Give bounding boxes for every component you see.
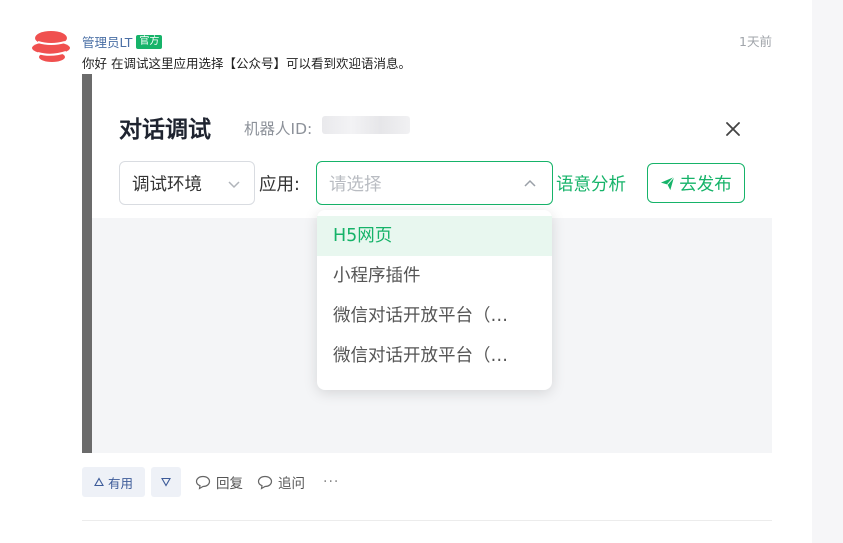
chevron-down-icon [228,181,240,189]
post-time: 1天前 [739,34,772,49]
app-select[interactable]: 请选择 [316,161,553,205]
close-icon[interactable] [722,118,744,140]
followup-button[interactable]: 追问 [257,472,305,492]
app-select-placeholder: 请选择 [329,174,382,195]
publish-label: 去发布 [679,174,732,195]
post-message: 你好 在调试这里应用选择【公众号】可以看到欢迎语消息。 [82,56,411,71]
more-button[interactable]: ··· [323,474,339,490]
screenshot-left-bar [82,74,92,453]
dropdown-option-miniprogram[interactable]: 小程序插件 [317,256,552,296]
reply-button[interactable]: 回复 [195,472,243,492]
dialog-title: 对话调试 [119,117,211,143]
useful-button[interactable]: 有用 [82,467,145,497]
followup-icon [257,475,273,490]
dropdown-option-h5[interactable]: H5网页 [317,216,552,256]
reply-label: 回复 [216,476,243,492]
intent-analysis-link[interactable]: 语意分析 [556,171,626,196]
post-divider [82,520,772,521]
author-name[interactable]: 管理员LT [82,32,132,51]
publish-button[interactable]: 去发布 [647,163,745,203]
useful-label: 有用 [107,475,133,491]
post-actions: 有用 回复 追问 ··· [82,467,339,497]
reply-icon [195,475,211,490]
app-label: 应用: [259,175,300,195]
robot-id-redacted [322,116,410,134]
followup-label: 追问 [278,476,305,492]
post-author[interactable]: 管理员LT 官方 [82,32,163,51]
embedded-screenshot[interactable]: 对话调试 机器人ID: 调试环境 应用: 请选择 语意分析 去发布 H5网页 小… [82,74,772,453]
app-dropdown-menu: H5网页 小程序插件 微信对话开放平台（… 微信对话开放平台（… [317,210,552,390]
official-badge: 官方 [136,34,163,49]
right-gutter [812,0,843,543]
logo-icon [32,31,70,62]
not-useful-button[interactable] [151,467,181,497]
dropdown-option-wechat-open-1[interactable]: 微信对话开放平台（… [317,296,552,336]
send-icon [661,176,675,190]
env-select-value: 调试环境 [132,174,202,195]
thumb-up-icon [94,477,104,487]
robot-id-label: 机器人ID: [244,120,313,138]
thumb-down-icon [161,477,171,487]
env-select[interactable]: 调试环境 [119,161,255,205]
chevron-up-icon [524,179,536,187]
dropdown-option-wechat-open-2[interactable]: 微信对话开放平台（… [317,336,552,376]
